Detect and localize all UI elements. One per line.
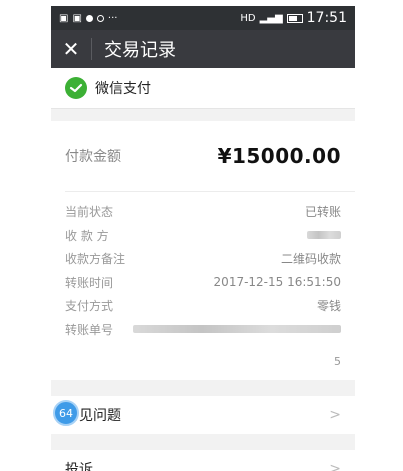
title-bar: ✕ 交易记录 (51, 30, 355, 68)
section-gap (51, 109, 355, 121)
section-gap (51, 434, 355, 450)
detail-value: 2017-12-15 16:51:50 (213, 275, 341, 290)
page-title: 交易记录 (104, 40, 176, 61)
more-icon: ··· (107, 12, 118, 24)
amount-label: 付款金额 (65, 149, 121, 165)
wechat-pay-icon (65, 77, 87, 99)
status-left-icons: ▣ ▣ ··· (59, 13, 117, 24)
detail-label: 转账时间 (65, 275, 114, 290)
order-number-tail: 5 (334, 355, 341, 368)
transaction-card: 付款金额 ¥15000.00 当前状态 已转账 收 款 方 收款方备注 二维码收… (51, 121, 355, 380)
section-gap (51, 380, 355, 396)
detail-list: 当前状态 已转账 收 款 方 收款方备注 二维码收款 转账时间 2017-12-… (51, 192, 355, 349)
detail-value: 已转账 (304, 205, 341, 220)
detail-row-method: 支付方式 零钱 (65, 294, 341, 318)
close-icon: ✕ (62, 37, 80, 61)
complaint-label: 投诉 (65, 462, 93, 471)
provider-label: 微信支付 (95, 81, 151, 97)
complaint-row[interactable]: 投诉 > (51, 450, 355, 471)
clock: 17:51 (306, 10, 347, 26)
detail-label: 收款方备注 (65, 252, 126, 267)
signal-icon: ▂▄▆ (259, 12, 283, 24)
detail-row-payee: 收 款 方 (65, 224, 341, 248)
detail-row-time: 转账时间 2017-12-15 16:51:50 (65, 271, 341, 295)
redacted-value (133, 325, 341, 334)
close-button[interactable]: ✕ (51, 37, 91, 61)
status-right: HD ▂▄▆ 17:51 (240, 10, 347, 26)
detail-label: 当前状态 (65, 205, 114, 220)
detail-value: 零钱 (316, 299, 341, 314)
chevron-right-icon: > (329, 407, 341, 423)
ring-icon (96, 14, 104, 22)
redacted-value (307, 231, 341, 240)
floating-badge[interactable]: 64 (53, 400, 79, 426)
notification-icon: ▣ (72, 12, 82, 24)
detail-row-status: 当前状态 已转账 (65, 200, 341, 224)
detail-label: 收 款 方 (65, 228, 109, 243)
amount-value: ¥15000.00 (217, 144, 341, 168)
chevron-right-icon: > (329, 461, 341, 471)
detail-row-remark: 收款方备注 二维码收款 (65, 247, 341, 271)
detail-value: 二维码收款 (280, 252, 341, 267)
detail-row-order-number: 转账单号 (65, 318, 341, 342)
battery-icon (286, 13, 303, 23)
hd-indicator: HD (240, 12, 256, 24)
status-bar: ▣ ▣ ··· HD ▂▄▆ 17:51 (51, 6, 355, 30)
phone-screen: ▣ ▣ ··· HD ▂▄▆ 17:51 ✕ 交易记录 微信支付 付款金额 ¥1… (51, 6, 355, 471)
amount-row: 付款金额 ¥15000.00 (51, 121, 355, 191)
detail-label: 支付方式 (65, 299, 114, 314)
provider-row: 微信支付 (51, 68, 355, 109)
title-divider (91, 38, 92, 60)
faq-row[interactable]: 常见问题 > (51, 396, 355, 434)
provider-card: 微信支付 (51, 68, 355, 109)
dot-icon (85, 14, 93, 22)
detail-label: 转账单号 (65, 322, 114, 337)
notification-icon: ▣ (59, 12, 69, 24)
